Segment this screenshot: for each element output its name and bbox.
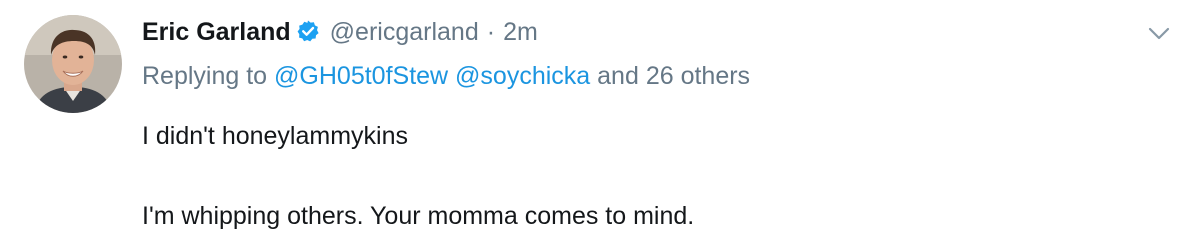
display-name[interactable]: Eric Garland [142,18,291,47]
separator-dot: · [486,17,496,46]
avatar[interactable] [24,15,122,113]
tweet-text-line: I'm whipping others. Your momma comes to… [142,202,695,230]
tweet-text-line: I didn't honeylammykins [142,122,409,150]
mention-link[interactable]: @GH05t0fStew [274,62,448,90]
tweet-timestamp[interactable]: 2m [503,18,538,47]
user-handle[interactable]: @ericgarland [330,18,479,47]
tweet-header: Eric Garland @ericgarland · 2m [142,12,538,52]
replying-to-line: Replying to @GH05t0fStew @soychicka and … [142,62,750,91]
mention-link[interactable]: @soychicka [455,62,590,90]
chevron-down-icon[interactable] [1146,20,1172,46]
verified-badge-icon [296,19,320,43]
replying-suffix[interactable]: and 26 others [597,62,750,90]
tweet-text: I didn't honeylammykins I'm whipping oth… [142,116,694,236]
replying-prefix: Replying to [142,62,268,90]
user-avatar-photo [24,15,122,113]
tweet-card: Eric Garland @ericgarland · 2m Replying … [0,0,1200,241]
